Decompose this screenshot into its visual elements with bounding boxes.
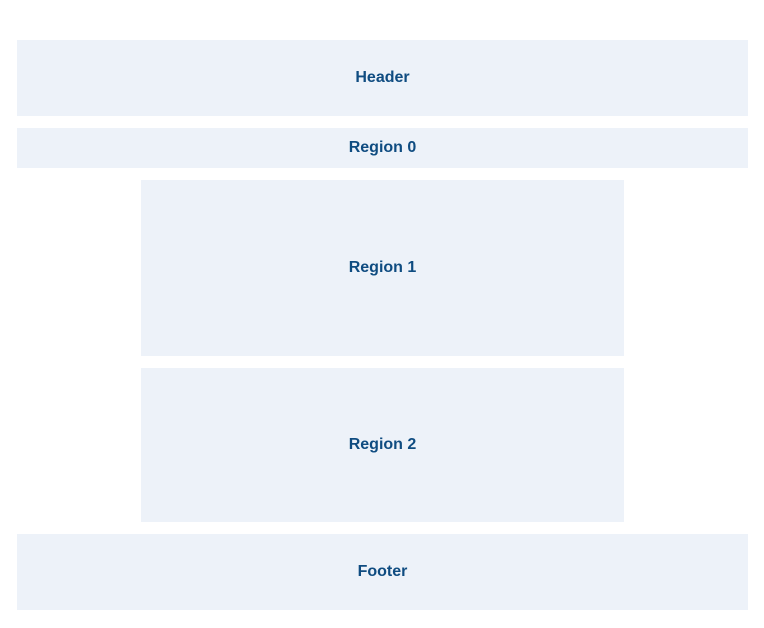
region-1-label: Region 1: [348, 259, 417, 276]
region-0-label: Region 0: [348, 139, 417, 156]
region-2-label: Region 2: [348, 436, 417, 453]
region-2: Region 2: [141, 368, 624, 522]
header-region: Header: [17, 40, 748, 116]
footer-label: Footer: [357, 563, 408, 580]
region-0: Region 0: [17, 128, 748, 168]
header-label: Header: [355, 69, 410, 86]
region-1: Region 1: [141, 180, 624, 356]
footer-region: Footer: [17, 534, 748, 610]
